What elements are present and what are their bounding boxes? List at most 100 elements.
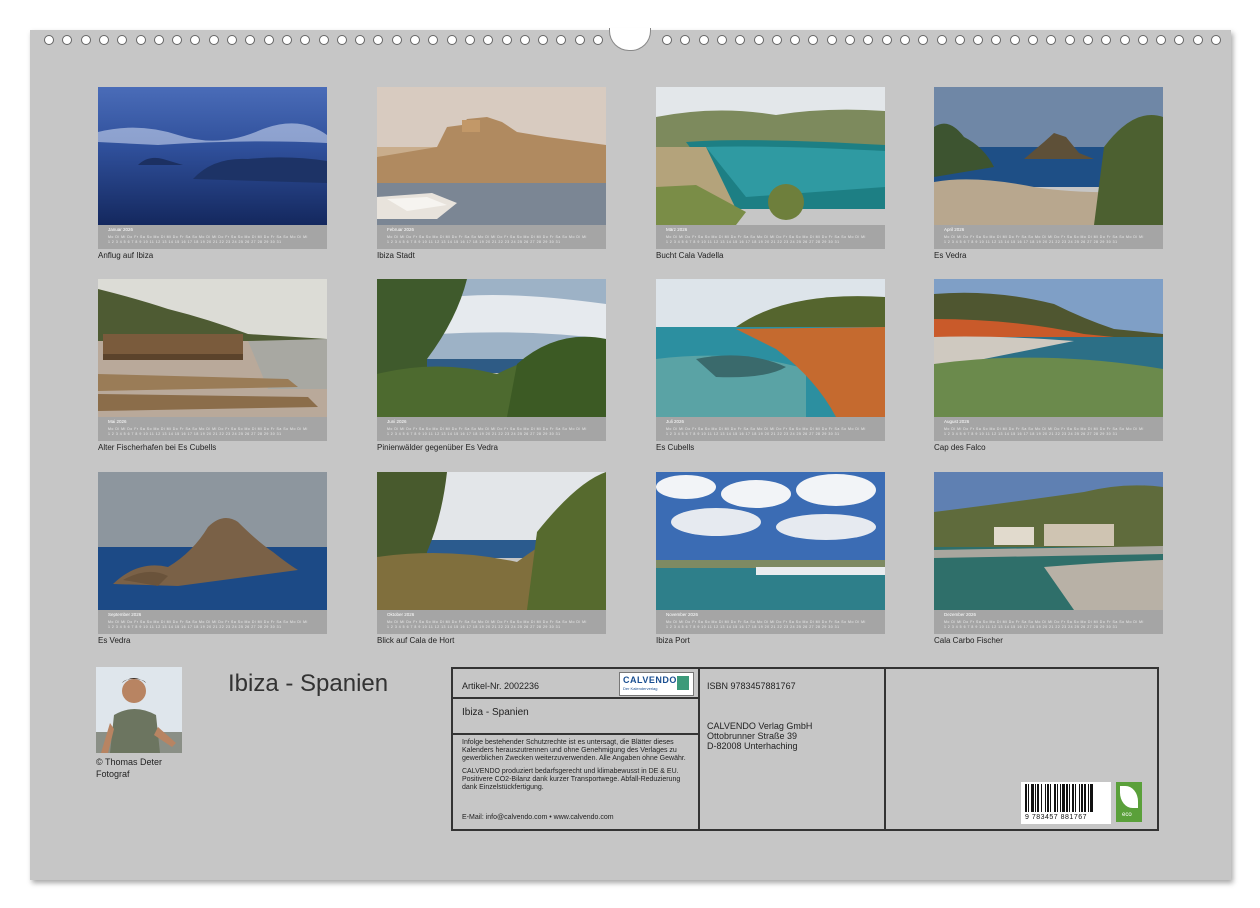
barcode-bar	[1066, 784, 1068, 812]
barcode-bar	[1057, 784, 1058, 812]
month-tile-november: November 2026 Mo Di Mi Do Fr Sa So Mo Di…	[656, 472, 885, 645]
barcode-bar	[1050, 784, 1051, 812]
month-tile-september: September 2026 Mo Di Mi Do Fr Sa So Mo D…	[98, 472, 327, 645]
barcode-bar	[1028, 784, 1029, 812]
binding-ring	[574, 35, 585, 45]
photo-may	[98, 279, 327, 417]
author-photo	[96, 667, 182, 753]
author-role: Fotograf	[96, 769, 130, 779]
binding-ring	[881, 35, 892, 45]
month-calendar-bar: November 2026 Mo Di Mi Do Fr Sa So Mo Di…	[656, 610, 885, 634]
month-calendar-bar: Januar 2026 Mo Di Mi Do Fr Sa So Mo Di M…	[98, 225, 327, 249]
binding-ring	[501, 35, 512, 45]
binding-ring	[355, 35, 366, 45]
days-grid: Mo Di Mi Do Fr Sa So Mo Di Mi Do Fr Sa S…	[387, 427, 587, 436]
binding-ring	[1192, 35, 1203, 45]
photo-june	[377, 279, 606, 417]
month-name: August 2026	[944, 419, 970, 424]
barcode-bar	[1081, 784, 1083, 812]
barcode-number: 9 783457 881767	[1025, 814, 1087, 821]
month-calendar-bar: Juli 2026 Mo Di Mi Do Fr Sa So Mo Di Mi …	[656, 417, 885, 441]
photo-caption: Cap des Falco	[934, 443, 986, 452]
binding-ring	[464, 35, 475, 45]
binding-ring	[735, 35, 746, 45]
binding-ring	[1046, 35, 1057, 45]
month-name: November 2026	[666, 612, 699, 617]
days-grid: Mo Di Mi Do Fr Sa So Mo Di Mi Do Fr Sa S…	[108, 427, 308, 436]
binding-ring	[790, 35, 801, 45]
photo-january	[98, 87, 327, 225]
photo-caption: Blick auf Cala de Hort	[377, 636, 455, 645]
photo-caption: Es Vedra	[98, 636, 131, 645]
binding-ring	[373, 35, 384, 45]
barcode-bar	[1035, 784, 1036, 812]
days-grid: Mo Di Mi Do Fr Sa So Mo Di Mi Do Fr Sa S…	[944, 620, 1144, 629]
barcode-bar	[1025, 784, 1027, 812]
month-name: Januar 2026	[108, 227, 134, 232]
barcode-bar	[1069, 784, 1070, 812]
binding-ring	[1082, 35, 1093, 45]
month-name: März 2026	[666, 227, 688, 232]
binding-ring	[716, 35, 727, 45]
info-column-article: Artikel-Nr. 2002236 CALVENDO Der Kalende…	[453, 669, 700, 829]
photo-march	[656, 87, 885, 225]
calendar-subtitle: Ibiza - Spanien	[462, 707, 529, 718]
publisher-address: CALVENDO Verlag GmbH Ottobrunner Straße …	[707, 721, 812, 751]
binding-ring	[918, 35, 929, 45]
legal-paragraph: CALVENDO produziert bedarfsgerecht und k…	[462, 768, 681, 791]
binding-ring	[391, 35, 402, 45]
month-calendar-bar: August 2026 Mo Di Mi Do Fr Sa So Mo Di M…	[934, 417, 1163, 441]
binding-ring	[519, 35, 530, 45]
binding-ring	[954, 35, 965, 45]
photo-august	[934, 279, 1163, 417]
month-calendar-bar: Februar 2026 Mo Di Mi Do Fr Sa So Mo Di …	[377, 225, 606, 249]
binding-ring	[44, 35, 54, 45]
binding-ring	[98, 35, 109, 45]
barcode-bar	[1062, 784, 1065, 812]
binding-ring	[973, 35, 984, 45]
calendar-title: Ibiza - Spanien	[228, 670, 389, 697]
month-tile-october: Oktober 2026 Mo Di Mi Do Fr Sa So Mo Di …	[377, 472, 606, 645]
month-name: Oktober 2026	[387, 612, 415, 617]
calvendo-logo: CALVENDO Der Kalenderverlag	[619, 672, 694, 696]
month-tile-july: Juli 2026 Mo Di Mi Do Fr Sa So Mo Di Mi …	[656, 279, 885, 452]
days-grid: Mo Di Mi Do Fr Sa So Mo Di Mi Do Fr Sa S…	[108, 235, 308, 244]
binding-ring	[826, 35, 837, 45]
binding-ring	[1174, 35, 1185, 45]
days-grid: Mo Di Mi Do Fr Sa So Mo Di Mi Do Fr Sa S…	[666, 235, 866, 244]
month-tile-april: April 2026 Mo Di Mi Do Fr Sa So Mo Di Mi…	[934, 87, 1163, 260]
publisher-name: CALVENDO Verlag GmbH	[707, 721, 813, 731]
days-grid: Mo Di Mi Do Fr Sa So Mo Di Mi Do Fr Sa S…	[944, 235, 1144, 244]
publisher-street: Ottobrunner Straße 39	[707, 731, 798, 741]
binding-ring	[62, 35, 73, 45]
barcode-bar	[1075, 784, 1076, 812]
binding-ring	[538, 35, 549, 45]
legal-paragraph: Infolge bestehender Schutzrechte ist es …	[462, 739, 686, 762]
binding-ring	[1064, 35, 1075, 45]
calvendo-logo-mark-icon	[677, 676, 689, 690]
photo-caption: Bucht Cala Vadella	[656, 251, 724, 260]
binding-ring	[771, 35, 782, 45]
barcode-bar	[1041, 784, 1042, 812]
binding-ring	[1028, 35, 1038, 45]
binding-ring	[410, 35, 420, 45]
binding-ring	[593, 35, 603, 45]
info-column-publisher: ISBN 9783457881767 CALVENDO Verlag GmbH …	[698, 669, 886, 829]
binding-ring	[936, 35, 947, 45]
barcode-bar	[1045, 784, 1046, 812]
days-grid: Mo Di Mi Do Fr Sa So Mo Di Mi Do Fr Sa S…	[666, 620, 866, 629]
binding-ring	[863, 35, 874, 45]
photo-caption: Ibiza Port	[656, 636, 690, 645]
binding-ring	[662, 35, 672, 45]
photo-caption: Cala Carbo Fischer	[934, 636, 1003, 645]
publisher-info-box: Artikel-Nr. 2002236 CALVENDO Der Kalende…	[451, 667, 1159, 831]
barcode-bars	[1025, 784, 1093, 812]
photo-october	[377, 472, 606, 610]
photo-caption: Pinienwälder gegenüber Es Vedra	[377, 443, 498, 452]
binding-ring	[1137, 35, 1148, 45]
eco-badge: eco	[1116, 782, 1142, 822]
barcode-bar	[1072, 784, 1074, 812]
contact-line: E-Mail: info@calvendo.com • www.calvendo…	[462, 814, 614, 821]
month-tile-february: Februar 2026 Mo Di Mi Do Fr Sa So Mo Di …	[377, 87, 606, 260]
barcode-bar	[1084, 784, 1086, 812]
